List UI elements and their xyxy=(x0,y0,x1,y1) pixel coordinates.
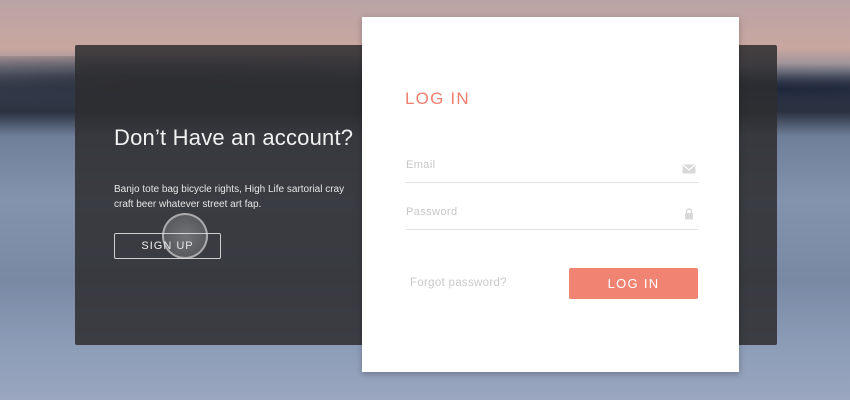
promo-text: Banjo tote bag bicycle rights, High Life… xyxy=(114,184,345,210)
login-button[interactable]: LOG IN xyxy=(569,268,698,299)
password-placeholder: Password xyxy=(406,206,458,218)
email-field[interactable]: Email xyxy=(406,152,698,183)
password-field[interactable]: Password xyxy=(406,199,698,230)
login-title: LOG IN xyxy=(405,89,470,108)
cursor-indicator xyxy=(162,213,208,259)
promo-title: Don’t Have an account? xyxy=(114,125,354,150)
lock-icon xyxy=(684,207,694,225)
forgot-password-link[interactable]: Forgot password? xyxy=(410,277,507,289)
envelope-icon xyxy=(682,161,696,179)
email-placeholder: Email xyxy=(406,159,436,171)
login-card: LOG IN Email Password Forgot password? L… xyxy=(362,17,739,372)
